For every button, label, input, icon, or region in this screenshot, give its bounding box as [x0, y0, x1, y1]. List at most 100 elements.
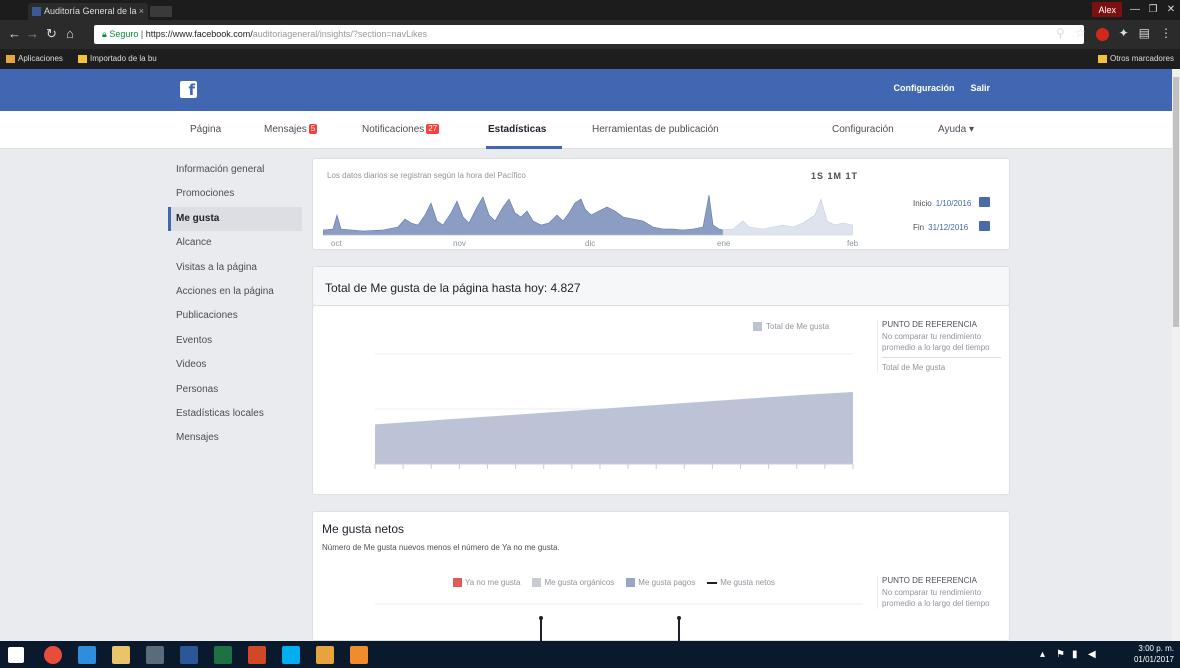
- sidebar-item-reach[interactable]: Alcance: [168, 231, 302, 255]
- word-icon[interactable]: [180, 646, 198, 664]
- legend-label: Total de Me gusta: [766, 322, 830, 331]
- sidebar-item-page-actions[interactable]: Acciones en la página: [168, 280, 302, 304]
- header-logout-link[interactable]: Salir: [970, 83, 990, 93]
- calendar-icon[interactable]: [979, 197, 990, 207]
- bookmark-other[interactable]: Otros marcadores: [1097, 54, 1174, 63]
- bookmark-star-icon[interactable]: ☆: [1075, 26, 1086, 41]
- cast-icon[interactable]: ▤: [1139, 26, 1150, 41]
- legend-item-organic[interactable]: Me gusta orgánicos: [532, 578, 614, 587]
- sidebar-item-posts[interactable]: Publicaciones: [168, 304, 302, 328]
- chart-legend[interactable]: Total de Me gusta: [753, 322, 829, 331]
- browser-titlebar: Auditoría General de la × Alex — ❐ ✕: [0, 0, 1180, 20]
- date-range-timeline: Los datos diarios se registran según la …: [312, 158, 1010, 250]
- home-icon[interactable]: ⌂: [66, 26, 74, 41]
- internet-explorer-icon[interactable]: [78, 646, 96, 664]
- close-window-button[interactable]: ✕: [1162, 0, 1180, 20]
- legend-line: [707, 581, 718, 584]
- back-arrow-icon[interactable]: ←: [8, 26, 21, 41]
- tab-label: Herramientas de publicación: [592, 124, 719, 135]
- windows-taskbar: ▴ ⚑ ▮ ◀ 3:00 p. m. 01/01/2017: [0, 641, 1180, 668]
- net-likes-chart[interactable]: [323, 596, 863, 642]
- tab-label: Notificaciones: [362, 124, 425, 135]
- tab-notifications[interactable]: Notificaciones 27: [362, 124, 440, 135]
- facebook-logo[interactable]: f: [180, 81, 197, 99]
- legend-label: Ya no me gusta: [465, 578, 521, 587]
- page-scrollbar[interactable]: [1172, 69, 1180, 641]
- sidebar-item-overview[interactable]: Información general: [168, 158, 302, 182]
- reload-icon[interactable]: ↻: [46, 26, 57, 42]
- benchmark-item[interactable]: Total de Me gusta: [882, 362, 1001, 373]
- apps-grid-icon: [6, 54, 15, 63]
- legend-label: Me gusta orgánicos: [544, 578, 615, 587]
- legend-swatch: [626, 578, 636, 587]
- sidebar-item-events[interactable]: Eventos: [168, 329, 302, 353]
- tab-page[interactable]: Página: [190, 124, 221, 135]
- net-likes-legend: Ya no me gusta Me gusta orgánicos Me gus…: [453, 578, 775, 587]
- tab-insights[interactable]: Estadísticas: [488, 124, 546, 135]
- tab-close-icon[interactable]: ×: [139, 3, 144, 20]
- legend-item-unlikes[interactable]: Ya no me gusta: [453, 578, 520, 587]
- facebook-header: f Configuración Salir: [0, 69, 1180, 111]
- bookmark-apps[interactable]: Aplicaciones: [6, 54, 63, 63]
- sidebar-item-messages[interactable]: Mensajes: [168, 426, 302, 450]
- range-selector[interactable]: 1S 1M 1T: [811, 171, 858, 181]
- tab-help[interactable]: Ayuda ▾: [938, 124, 974, 135]
- net-likes-card: Me gusta netos Número de Me gusta nuevos…: [312, 511, 1010, 642]
- legend-item-net[interactable]: Me gusta netos: [707, 578, 775, 587]
- flag-icon[interactable]: ⚑: [1056, 649, 1065, 660]
- system-clock[interactable]: 3:00 p. m. 01/01/2017: [1134, 643, 1174, 665]
- powerpoint-icon[interactable]: [248, 646, 266, 664]
- calculator-icon[interactable]: [146, 646, 164, 664]
- benchmark-description[interactable]: No comparar tu rendimiento promedio a lo…: [882, 587, 1001, 609]
- calendar-icon[interactable]: [979, 221, 990, 231]
- excel-icon[interactable]: [214, 646, 232, 664]
- benchmark-panel: PUNTO DE REFERENCIA No comparar tu rendi…: [877, 320, 1001, 373]
- total-likes-chart[interactable]: [323, 336, 863, 491]
- skype-icon[interactable]: [282, 646, 300, 664]
- extension-icon[interactable]: ✦: [1119, 26, 1129, 41]
- legend-label: Me gusta netos: [720, 578, 775, 587]
- chrome-icon[interactable]: [44, 646, 62, 664]
- start-date-value[interactable]: 1/10/2016: [936, 199, 972, 208]
- tab-settings[interactable]: Configuración: [832, 124, 894, 135]
- zoom-icon[interactable]: ⚲: [1056, 26, 1065, 41]
- network-icon[interactable]: ▴: [1040, 649, 1045, 660]
- scrollbar-thumb[interactable]: [1173, 77, 1179, 327]
- bookmark-label: Aplicaciones: [18, 54, 63, 63]
- profile-chip[interactable]: Alex: [1092, 2, 1122, 17]
- windows-start-icon[interactable]: [8, 647, 24, 663]
- benchmark-description[interactable]: No comparar tu rendimiento promedio a lo…: [882, 331, 1001, 353]
- net-point: [539, 616, 543, 620]
- end-date-row: Fin 31/12/2016: [913, 223, 968, 232]
- outlook-icon[interactable]: [316, 646, 334, 664]
- sidebar-item-people[interactable]: Personas: [168, 378, 302, 402]
- header-settings-link[interactable]: Configuración: [893, 83, 954, 93]
- lock-icon: 🔒︎: [102, 29, 107, 39]
- menu-kebab-icon[interactable]: ⋮: [1160, 26, 1172, 41]
- maximize-button[interactable]: ❐: [1144, 0, 1162, 20]
- tab-publishing-tools[interactable]: Herramientas de publicación: [592, 124, 719, 135]
- new-tab-button[interactable]: [150, 6, 172, 17]
- media-player-icon[interactable]: [350, 646, 368, 664]
- sidebar-item-promotions[interactable]: Promociones: [168, 182, 302, 206]
- folder-icon: [78, 54, 87, 63]
- sidebar-item-likes[interactable]: Me gusta: [168, 206, 302, 232]
- timeline-sparkline[interactable]: [323, 185, 853, 243]
- tab-messages[interactable]: Mensajes 5: [264, 124, 318, 135]
- forward-arrow-icon[interactable]: →: [26, 26, 39, 41]
- browser-tab[interactable]: Auditoría General de la ×: [28, 3, 148, 20]
- legend-item-paid[interactable]: Me gusta pagos: [626, 578, 695, 587]
- volume-icon[interactable]: ◀: [1088, 649, 1096, 660]
- bookmark-imported[interactable]: Importado de la bu: [78, 54, 157, 63]
- battery-icon[interactable]: ▮: [1072, 649, 1078, 660]
- file-explorer-icon[interactable]: [112, 646, 130, 664]
- sidebar-item-videos[interactable]: Videos: [168, 353, 302, 377]
- bookmarks-bar: Aplicaciones Importado de la bu Otros ma…: [0, 49, 1180, 69]
- sidebar-item-page-views[interactable]: Visitas a la página: [168, 256, 302, 280]
- sidebar-item-local[interactable]: Estadísticas locales: [168, 402, 302, 426]
- minimize-button[interactable]: —: [1126, 0, 1144, 20]
- end-date-value[interactable]: 31/12/2016: [928, 223, 968, 232]
- messages-badge: 5: [308, 124, 318, 134]
- adblock-icon[interactable]: [1095, 28, 1109, 41]
- address-bar[interactable]: 🔒︎ Seguro | https://www.facebook.com/aud…: [94, 25, 1084, 44]
